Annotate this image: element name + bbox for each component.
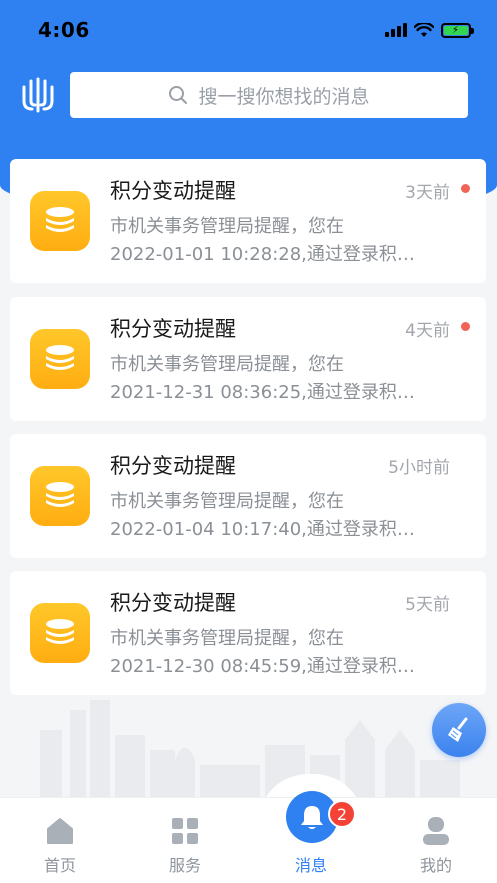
- cellular-signal-icon: [385, 23, 407, 37]
- city-skyline-decoration: [40, 700, 460, 800]
- status-icons: ⚡: [385, 22, 474, 38]
- message-card[interactable]: 积分变动提醒 3天前 市机关事务管理局提醒，您在 2022-01-01 10:2…: [10, 159, 486, 283]
- tab-home[interactable]: 首页: [20, 798, 100, 883]
- battery-icon: ⚡: [441, 22, 474, 38]
- points-coin-stack-icon: [30, 466, 90, 526]
- message-title: 积分变动提醒: [110, 317, 236, 341]
- header-row: 搜一搜你想找的消息: [18, 72, 468, 118]
- search-input[interactable]: 搜一搜你想找的消息: [70, 72, 468, 118]
- tab-label: 我的: [419, 856, 452, 875]
- status-bar: 4:06 ⚡: [0, 0, 497, 60]
- status-time: 4:06: [38, 18, 90, 42]
- tab-services[interactable]: 服务: [145, 798, 225, 883]
- message-card[interactable]: 积分变动提醒 5小时前 市机关事务管理局提醒，您在 2022-01-04 10:…: [10, 434, 486, 558]
- message-preview: 市机关事务管理局提醒，您在 2021-12-30 08:45:59,通过登录积…: [110, 628, 415, 677]
- user-icon: [423, 817, 449, 845]
- grid-icon: [172, 818, 198, 844]
- tab-label: 消息: [294, 856, 327, 875]
- search-icon: [169, 86, 188, 104]
- unread-dot: [461, 184, 470, 193]
- points-coin-stack-icon: [30, 603, 90, 663]
- broom-icon: [448, 717, 468, 742]
- home-icon: [47, 818, 73, 844]
- unread-dot: [461, 322, 470, 331]
- message-time: 4天前: [405, 321, 450, 341]
- unread-count-badge: 2: [328, 800, 356, 828]
- bottom-tab-bar: 首页 服务 消息 我的: [0, 797, 497, 883]
- points-coin-stack-icon: [30, 329, 90, 389]
- search-placeholder: 搜一搜你想找的消息: [198, 85, 370, 108]
- wifi-icon: [414, 22, 434, 37]
- message-preview: 市机关事务管理局提醒，您在 2022-01-04 10:17:40,通过登录积…: [110, 491, 415, 540]
- message-card[interactable]: 积分变动提醒 4天前 市机关事务管理局提醒，您在 2021-12-31 08:3…: [10, 297, 486, 421]
- tab-label: 服务: [168, 856, 201, 875]
- app-logo-icon: [22, 77, 54, 113]
- message-title: 积分变动提醒: [110, 179, 236, 203]
- message-time: 3天前: [405, 183, 450, 203]
- tab-label: 首页: [43, 856, 76, 875]
- tab-mine[interactable]: 我的: [396, 798, 476, 883]
- bell-icon: [301, 806, 323, 829]
- message-title: 积分变动提醒: [110, 591, 236, 615]
- points-coin-stack-icon: [30, 191, 90, 251]
- message-title: 积分变动提醒: [110, 454, 236, 478]
- message-time: 5天前: [405, 595, 450, 615]
- message-card[interactable]: 积分变动提醒 5天前 市机关事务管理局提醒，您在 2021-12-30 08:4…: [10, 571, 486, 695]
- message-preview: 市机关事务管理局提醒，您在 2022-01-01 10:28:28,通过登录积…: [110, 216, 415, 265]
- clear-unread-button[interactable]: [432, 703, 486, 757]
- message-time: 5小时前: [388, 458, 450, 478]
- message-preview: 市机关事务管理局提醒，您在 2021-12-31 08:36:25,通过登录积…: [110, 354, 415, 403]
